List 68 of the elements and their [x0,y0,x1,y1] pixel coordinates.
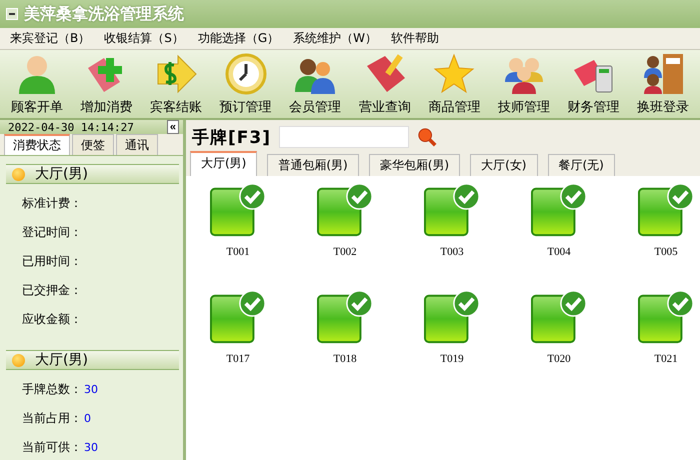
search-label: 手牌[F3] [192,126,271,148]
card-check-icon[interactable] [638,289,694,345]
room-tab[interactable]: 大厅(男) [190,151,258,176]
toolbar-button[interactable]: 技师管理 [489,50,559,118]
field-label: 已用时间： [22,253,82,270]
status-dot-icon [12,354,25,366]
panel-tab[interactable]: 便签 [72,134,114,155]
card-check-icon[interactable] [317,182,373,238]
card-label: T020 [547,353,571,365]
field-label: 当前占用： [22,410,82,427]
card-label: T005 [654,246,678,258]
section-title: 大厅(男) [35,351,88,369]
clock-icon [224,52,268,96]
card-label: T018 [333,353,357,365]
field-value: 30 [84,383,98,396]
card-label: T003 [440,246,464,258]
room-tab[interactable]: 大厅(女) [470,154,538,176]
card-check-icon[interactable] [317,289,373,345]
menu-item[interactable]: 来宾登记（B） [10,30,90,47]
card-label: T001 [226,246,250,258]
field-label: 当前可供： [22,439,82,456]
card-label: T021 [654,353,678,365]
collapse-button[interactable]: « [166,120,179,134]
card-check-icon[interactable] [210,289,266,345]
section-title: 大厅(男) [35,165,88,183]
room-tab[interactable]: 餐厅(无) [548,154,615,176]
menu-item[interactable]: 收银结算（S） [104,30,184,47]
card-check-icon[interactable] [531,289,587,345]
window-title: 美萍桑拿洗浴管理系统 [24,4,184,24]
toolbar-button[interactable]: 营业查询 [350,50,420,118]
card-label: T019 [440,353,464,365]
toolbar-button[interactable]: 会员管理 [280,50,350,118]
menu-item[interactable]: 系统维护（W） [293,30,378,47]
field-label: 已交押金： [22,282,82,299]
field-label: 登记时间： [22,224,82,241]
menu-item[interactable]: 软件帮助 [391,30,440,47]
panel-tab[interactable]: 消费状态 [4,134,70,155]
toolbar-button[interactable]: 顾客开单 [2,50,72,118]
room-tab[interactable]: 豪华包厢(男) [368,154,460,176]
field-value: 30 [84,441,98,454]
toolbar-button[interactable]: 预订管理 [210,50,280,118]
system-menu-icon[interactable] [6,8,18,20]
card-label: T004 [547,246,571,258]
field-label: 标准计费： [22,195,82,212]
toolbar-button[interactable]: 商品管理 [420,50,490,118]
status-dot-icon [12,168,25,180]
card-check-icon[interactable] [638,182,694,238]
card-check-icon[interactable] [424,182,480,238]
datetime-text: 2022-04-30 14:14:27 [8,120,134,134]
toolbar-button[interactable]: 换班登录 [628,50,698,118]
search-icon[interactable] [416,127,437,147]
field-label: 手牌总数： [22,381,82,398]
card-check-icon[interactable] [424,289,480,345]
toolbar-button[interactable]: 增加消费 [72,50,142,118]
toolbar-button[interactable]: 财务管理 [558,50,628,118]
card-check-icon[interactable] [210,182,266,238]
field-value: 0 [84,412,91,425]
toolbar-button[interactable]: 宾客结账 [141,50,211,118]
menu-item[interactable]: 功能选择（G） [198,30,280,47]
search-field[interactable] [278,126,409,148]
panel-tab[interactable]: 通讯 [116,134,158,155]
card-label: T017 [226,353,250,365]
room-tab[interactable]: 普通包厢(男) [267,154,359,176]
exit-door-icon [641,52,686,96]
star-icon [432,52,476,96]
card-label: T002 [333,246,357,258]
field-label: 应收金额： [22,311,82,328]
card-check-icon[interactable] [531,182,587,238]
